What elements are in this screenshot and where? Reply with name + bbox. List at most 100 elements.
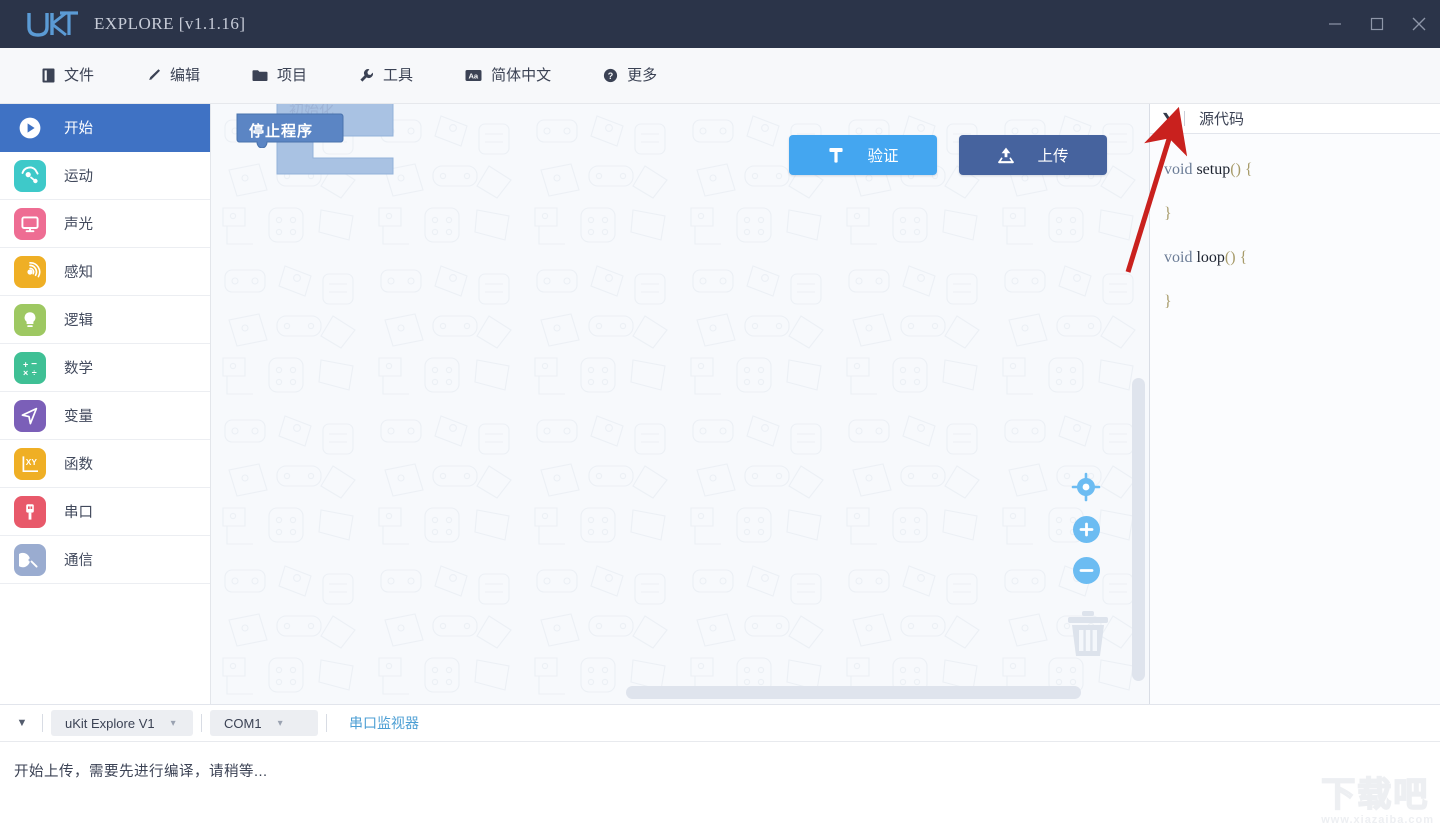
delete-block-trash[interactable] bbox=[1064, 609, 1112, 664]
language-icon: Aa bbox=[465, 69, 482, 82]
code-parens: () bbox=[1230, 161, 1241, 178]
site-watermark: 下载吧 www.xiazaiba.com bbox=[1320, 777, 1434, 826]
sidebar-item-label: 逻辑 bbox=[64, 313, 93, 329]
menu-item-edit[interactable]: 编辑 bbox=[146, 48, 200, 104]
menu-item-file[interactable]: 文件 bbox=[42, 48, 94, 104]
maximize-icon bbox=[1370, 17, 1384, 31]
status-divider bbox=[326, 714, 327, 732]
canvas-wallpaper bbox=[211, 104, 1149, 704]
play-icon bbox=[14, 112, 46, 144]
blockly-canvas[interactable]: 验证 上传 初始化 停止程序 bbox=[211, 104, 1149, 704]
status-divider bbox=[201, 714, 202, 732]
sidebar-item-motion[interactable]: 运动 bbox=[0, 152, 210, 200]
upload-icon bbox=[997, 146, 1015, 164]
menu-bar: 文件 编辑 项目 工具 Aa 简体中文 ? 更多 bbox=[0, 48, 1440, 104]
code-brace: } bbox=[1164, 205, 1172, 222]
code-line: void setup() { bbox=[1164, 148, 1440, 192]
sidebar-item-label: 感知 bbox=[64, 265, 93, 281]
window-controls bbox=[1314, 0, 1440, 48]
source-code-panel: ❯ 源代码 void setup() { } void loop() { } bbox=[1149, 104, 1440, 704]
canvas-vertical-scrollbar[interactable] bbox=[1132, 378, 1145, 681]
ukit-logo-icon bbox=[27, 11, 78, 37]
center-canvas-button[interactable] bbox=[1071, 472, 1101, 502]
sidebar-item-function[interactable]: XY 函数 bbox=[0, 440, 210, 488]
wrench-icon bbox=[359, 68, 374, 83]
function-icon: XY bbox=[14, 447, 46, 480]
sidebar-item-label: 数学 bbox=[64, 361, 93, 377]
menu-item-project[interactable]: 项目 bbox=[252, 48, 307, 104]
menu-label: 编辑 bbox=[170, 67, 201, 84]
port-select[interactable]: COM1 ▾ bbox=[210, 710, 318, 736]
device-select-value: uKit Explore V1 bbox=[65, 715, 155, 731]
trash-icon bbox=[1068, 611, 1108, 656]
chevron-down-icon[interactable]: ▼ bbox=[10, 717, 34, 729]
device-select[interactable]: uKit Explore V1 ▾ bbox=[51, 710, 193, 736]
category-sidebar: 开始 运动 声光 感知 逻辑 + − × ÷ 数学 变量 XY 函数 串口 通信 bbox=[0, 104, 211, 704]
code-parens: () bbox=[1224, 249, 1236, 266]
code-line: } bbox=[1164, 192, 1440, 236]
upload-button[interactable]: 上传 bbox=[959, 135, 1107, 175]
svg-text:?: ? bbox=[608, 71, 614, 81]
sidebar-item-label: 串口 bbox=[64, 505, 93, 521]
canvas-horizontal-scrollbar[interactable] bbox=[626, 686, 1081, 699]
source-code-body[interactable]: void setup() { } void loop() { } bbox=[1150, 134, 1440, 324]
verify-button[interactable]: 验证 bbox=[789, 135, 937, 175]
code-brace: { bbox=[1239, 249, 1248, 266]
sidebar-item-math[interactable]: + − × ÷ 数学 bbox=[0, 344, 210, 392]
zoom-in-button[interactable] bbox=[1072, 516, 1100, 543]
bulb-icon bbox=[14, 303, 46, 336]
application-window: EXPLORE [v1.1.16] 文件 编辑 项目 工具 Aa 简体中文 ? … bbox=[0, 0, 1440, 832]
status-divider bbox=[42, 714, 43, 732]
sidebar-item-label: 开始 bbox=[64, 121, 93, 137]
sidebar-item-sensing[interactable]: 感知 bbox=[0, 248, 210, 296]
svg-text:XY: XY bbox=[26, 457, 38, 467]
verify-label: 验证 bbox=[867, 148, 899, 165]
minimize-button[interactable] bbox=[1314, 0, 1356, 48]
serial-monitor-link[interactable]: 串口监视器 bbox=[349, 713, 419, 733]
antenna-icon bbox=[14, 543, 46, 576]
menu-label: 简体中文 bbox=[491, 67, 552, 84]
minimize-icon bbox=[1329, 23, 1341, 25]
code-brace: } bbox=[1164, 293, 1172, 310]
zoom-in-icon bbox=[1079, 522, 1093, 537]
zoom-out-button[interactable] bbox=[1072, 557, 1100, 584]
code-line: void loop() { bbox=[1164, 236, 1440, 280]
title-bar: EXPLORE [v1.1.16] bbox=[0, 0, 1440, 48]
sidebar-item-communication[interactable]: 通信 bbox=[0, 536, 210, 584]
hammer-icon bbox=[827, 146, 845, 164]
sidebar-item-label: 变量 bbox=[64, 409, 93, 425]
sensor-icon bbox=[14, 255, 46, 288]
close-button[interactable] bbox=[1398, 0, 1440, 48]
port-select-value: COM1 bbox=[224, 715, 262, 731]
close-icon bbox=[1412, 17, 1426, 31]
menu-item-language[interactable]: Aa 简体中文 bbox=[465, 48, 551, 104]
help-icon: ? bbox=[603, 68, 618, 83]
menu-item-more[interactable]: ? 更多 bbox=[603, 48, 657, 104]
svg-text:Aa: Aa bbox=[469, 71, 479, 80]
app-title: EXPLORE [v1.1.16] bbox=[94, 14, 246, 33]
menu-label: 项目 bbox=[277, 67, 308, 84]
sidebar-item-logic[interactable]: 逻辑 bbox=[0, 296, 210, 344]
pen-icon bbox=[146, 68, 161, 83]
svg-text:÷: ÷ bbox=[32, 368, 37, 378]
log-message: 开始上传，需要先进行编译，请稍等... bbox=[14, 764, 268, 780]
sidebar-item-serial[interactable]: 串口 bbox=[0, 488, 210, 536]
sidebar-item-label: 函数 bbox=[64, 457, 93, 473]
center-target-icon bbox=[1071, 472, 1101, 502]
code-function: loop bbox=[1196, 249, 1225, 266]
menu-label: 更多 bbox=[627, 67, 658, 84]
motion-icon bbox=[14, 159, 46, 192]
block-stop-program[interactable]: 停止程序 bbox=[233, 112, 345, 153]
sidebar-item-sound-light[interactable]: 声光 bbox=[0, 200, 210, 248]
variable-icon bbox=[14, 399, 46, 432]
menu-label: 工具 bbox=[383, 67, 414, 84]
chevron-right-icon[interactable]: ❯ bbox=[1150, 104, 1184, 134]
maximize-button[interactable] bbox=[1356, 0, 1398, 48]
sidebar-item-start[interactable]: 开始 bbox=[0, 104, 210, 152]
status-bar: ▼ uKit Explore V1 ▾ COM1 ▾ 串口监视器 bbox=[0, 704, 1440, 742]
block-stop-program-label: 停止程序 bbox=[249, 123, 314, 140]
sidebar-item-label: 声光 bbox=[64, 217, 93, 233]
sidebar-item-variable[interactable]: 变量 bbox=[0, 392, 210, 440]
code-function: setup bbox=[1196, 161, 1231, 178]
menu-item-tools[interactable]: 工具 bbox=[359, 48, 413, 104]
